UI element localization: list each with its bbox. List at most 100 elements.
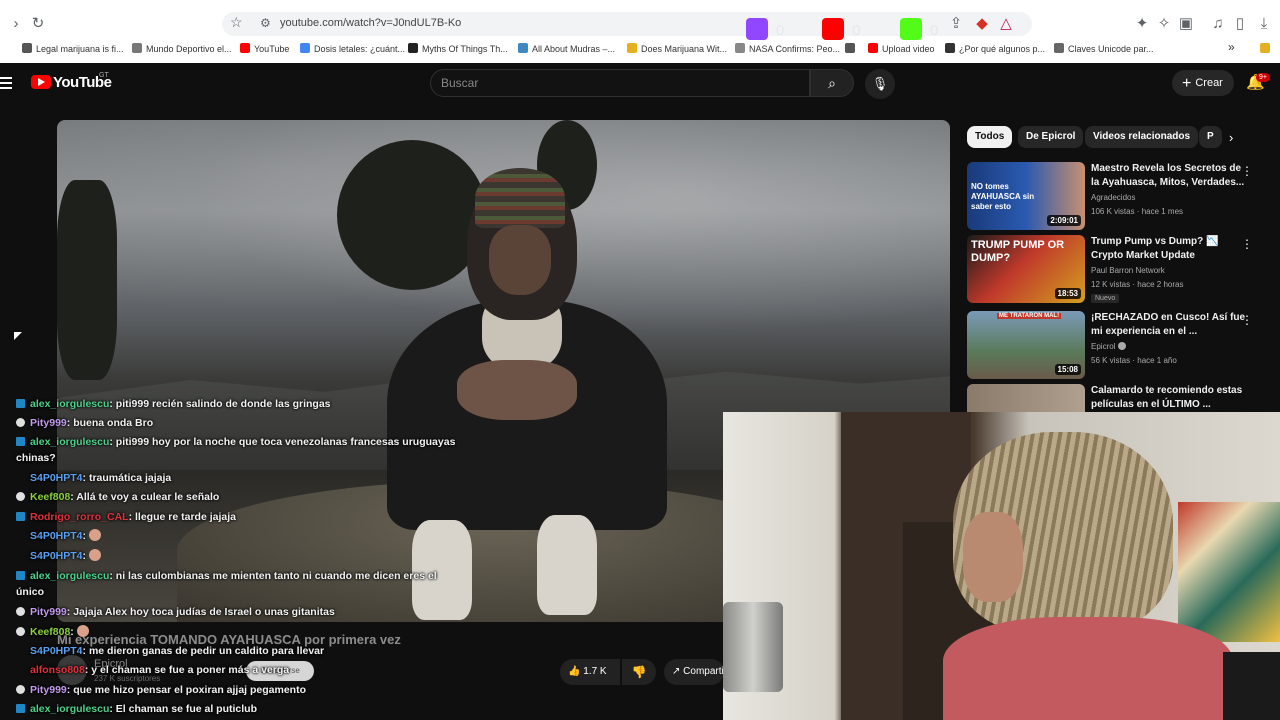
chat-username[interactable]: S4P0HPT4 <box>30 550 83 562</box>
more-options-icon[interactable]: ⋮ <box>1241 313 1253 327</box>
chat-username[interactable]: Pity999 <box>30 684 67 696</box>
chat-username[interactable]: Rodrigo_rorro_CAL <box>30 511 129 523</box>
folder-icon[interactable] <box>1260 43 1274 54</box>
search-button[interactable]: ⌕ <box>810 69 854 97</box>
recommendation-item[interactable]: Calamardo te recomiendo estas películas … <box>967 384 1267 412</box>
blank-badge-icon <box>16 646 25 655</box>
chat-username[interactable]: Keef808 <box>30 491 70 503</box>
video-person-beanie <box>475 168 565 228</box>
bookmark-item[interactable]: NASA Confirms: Peo... <box>735 43 840 54</box>
recommendation-item[interactable]: ME TRATARON MAL! 15:08 ¡RECHAZADO en Cus… <box>967 311 1267 379</box>
chip-all[interactable]: Todos <box>967 126 1013 148</box>
warning-extension-icon[interactable]: △ <box>996 14 1016 34</box>
forward-icon[interactable]: › <box>6 14 26 34</box>
bookmark-item[interactable]: Upload video <box>868 43 935 54</box>
video-title[interactable]: ¡RECHAZADO en Cusco! Así fue mi experien… <box>1091 311 1251 339</box>
chat-message: alex_iorgulescu: piti999 recién salindo … <box>16 396 456 412</box>
chat-username[interactable]: Pity999 <box>30 606 67 618</box>
bookmark-item[interactable]: Claves Unicode par... <box>1054 43 1154 54</box>
dislike-button[interactable]: 👎 <box>622 659 656 685</box>
bookmark-item[interactable]: Myths Of Things Th... <box>408 43 508 54</box>
bookmark-item[interactable]: Does Marijuana Wit... <box>627 43 727 54</box>
video-thumbnail[interactable]: TRUMP PUMP OR DUMP? 18:53 <box>967 235 1085 303</box>
bookmark-item[interactable]: Mundo Deportivo el... <box>132 43 232 54</box>
share-button[interactable]: ↗ Compartir <box>664 659 724 685</box>
video-thumbnail[interactable] <box>967 384 1085 412</box>
video-thumbnail[interactable]: NO tomes AYAHUASCA sin saber esto 2:09:0… <box>967 162 1085 230</box>
video-title[interactable]: Calamardo te recomiendo estas películas … <box>1091 384 1251 412</box>
like-button[interactable]: 👍 1.7 K <box>560 659 620 685</box>
youtube-extension-icon[interactable] <box>822 18 844 40</box>
chat-text: : Jajaja Alex hoy toca judías de Israel … <box>66 606 335 618</box>
extensions-icon[interactable]: ✦ <box>1132 14 1152 34</box>
notification-badge: 9+ <box>1256 73 1270 82</box>
channel-name[interactable]: Paul Barron Network <box>1091 266 1165 275</box>
bookmarks-overflow-icon[interactable]: » <box>1228 40 1235 54</box>
sidepanel-icon[interactable]: ▯ <box>1230 14 1250 34</box>
search-icon: ⌕ <box>828 75 836 91</box>
share-page-icon[interactable]: ⇪ <box>946 14 966 34</box>
channel-name[interactable]: Epicrol <box>1091 342 1127 351</box>
bookmark-item[interactable]: Legal marijuana is fi... <box>22 43 124 54</box>
kick-extension-icon[interactable] <box>900 18 922 40</box>
more-options-icon[interactable]: ⋮ <box>1241 237 1253 251</box>
skull-badge-icon <box>16 627 25 636</box>
chevron-right-icon[interactable]: › <box>1229 130 1233 145</box>
verified-icon <box>1118 342 1127 350</box>
kick-count: 0 <box>930 22 939 39</box>
shield-extension-icon[interactable]: ◆ <box>972 14 992 34</box>
puzzle-icon[interactable]: ✧ <box>1154 14 1174 34</box>
bookmark-star-icon[interactable]: ☆ <box>230 14 243 31</box>
bookmark-item[interactable]: All About Mudras –... <box>518 43 615 54</box>
tab-search-icon[interactable]: ▣ <box>1176 14 1196 34</box>
chip-more[interactable]: P <box>1199 126 1222 148</box>
site-info-icon[interactable]: ⚙ <box>260 16 271 30</box>
plus-icon: + <box>1182 75 1192 92</box>
bookmark-item[interactable]: YouTube <box>240 43 289 54</box>
bookmark-item[interactable]: Dosis letales: ¿cuánt... <box>300 43 405 54</box>
thumbnail-text: NO tomes AYAHUASCA sin saber esto <box>971 182 1035 211</box>
webcam-chair <box>1223 652 1280 720</box>
chip-related[interactable]: Videos relacionados <box>1085 126 1199 148</box>
share-label: Compartir <box>683 666 724 677</box>
chat-username[interactable]: S4P0HPT4 <box>30 472 83 484</box>
chat-text: : <box>70 626 74 638</box>
chat-text: : traumática jajaja <box>82 472 172 484</box>
media-icon[interactable]: ♫ <box>1208 14 1228 34</box>
new-badge: Nuevo <box>1091 294 1120 303</box>
chat-username[interactable]: alex_iorgulescu <box>30 436 109 448</box>
chat-username[interactable]: S4P0HPT4 <box>30 530 83 542</box>
download-icon[interactable]: ⤓ <box>1254 14 1274 34</box>
recommendation-item[interactable]: TRUMP PUMP OR DUMP? 18:53 Trump Pump vs … <box>967 235 1267 303</box>
chat-message: Keef808: Allá te voy a culear le señalo <box>16 489 456 505</box>
chat-message: S4P0HPT4: traumática jajaja <box>16 470 456 486</box>
chat-text: : y el chaman se fue a poner más a verga <box>84 664 290 676</box>
chip-from-channel[interactable]: De Epicrol <box>1018 126 1084 148</box>
channel-name[interactable]: Agradecidos <box>1091 193 1135 202</box>
chat-username[interactable]: alex_iorgulescu <box>30 703 109 715</box>
youtube-header: YouTube GT ⌕ 🎙 +Crear 🔔 <box>0 63 1280 103</box>
search-input[interactable] <box>441 76 791 90</box>
chat-username[interactable]: alex_iorgulescu <box>30 570 109 582</box>
voice-search-button[interactable]: 🎙 <box>865 69 895 99</box>
chat-username[interactable]: alex_iorgulescu <box>30 398 109 410</box>
menu-icon[interactable] <box>0 77 12 89</box>
bookmark-item[interactable] <box>845 43 859 54</box>
recommendation-item[interactable]: NO tomes AYAHUASCA sin saber esto 2:09:0… <box>967 162 1267 230</box>
video-title[interactable]: Trump Pump vs Dump? 📉 Crypto Market Upda… <box>1091 235 1251 263</box>
chat-username[interactable]: Keef808 <box>30 626 70 638</box>
twitch-extension-icon[interactable] <box>746 18 768 40</box>
url-row: › ↻ ☆ ⚙ youtube.com/watch?v=J0ndUL7B-Ko … <box>0 8 1280 40</box>
youtube-logo-icon[interactable] <box>31 75 51 89</box>
chat-text: : me dieron ganas de pedir un caldito pa… <box>82 645 325 657</box>
video-title[interactable]: Maestro Revela los Secretos de la Ayahua… <box>1091 162 1251 190</box>
create-button[interactable]: + Crear <box>1172 70 1234 96</box>
bookmark-item[interactable]: ¿Por qué algunos p... <box>945 43 1045 54</box>
video-person-hands <box>457 360 577 420</box>
video-thumbnail[interactable]: ME TRATARON MAL! 15:08 <box>967 311 1085 379</box>
reload-icon[interactable]: ↻ <box>28 14 48 34</box>
chat-username[interactable]: Pity999 <box>30 417 67 429</box>
chat-username[interactable]: S4P0HPT4 <box>30 645 83 657</box>
chat-username[interactable]: alfonso808 <box>30 664 85 676</box>
more-options-icon[interactable]: ⋮ <box>1241 164 1253 178</box>
